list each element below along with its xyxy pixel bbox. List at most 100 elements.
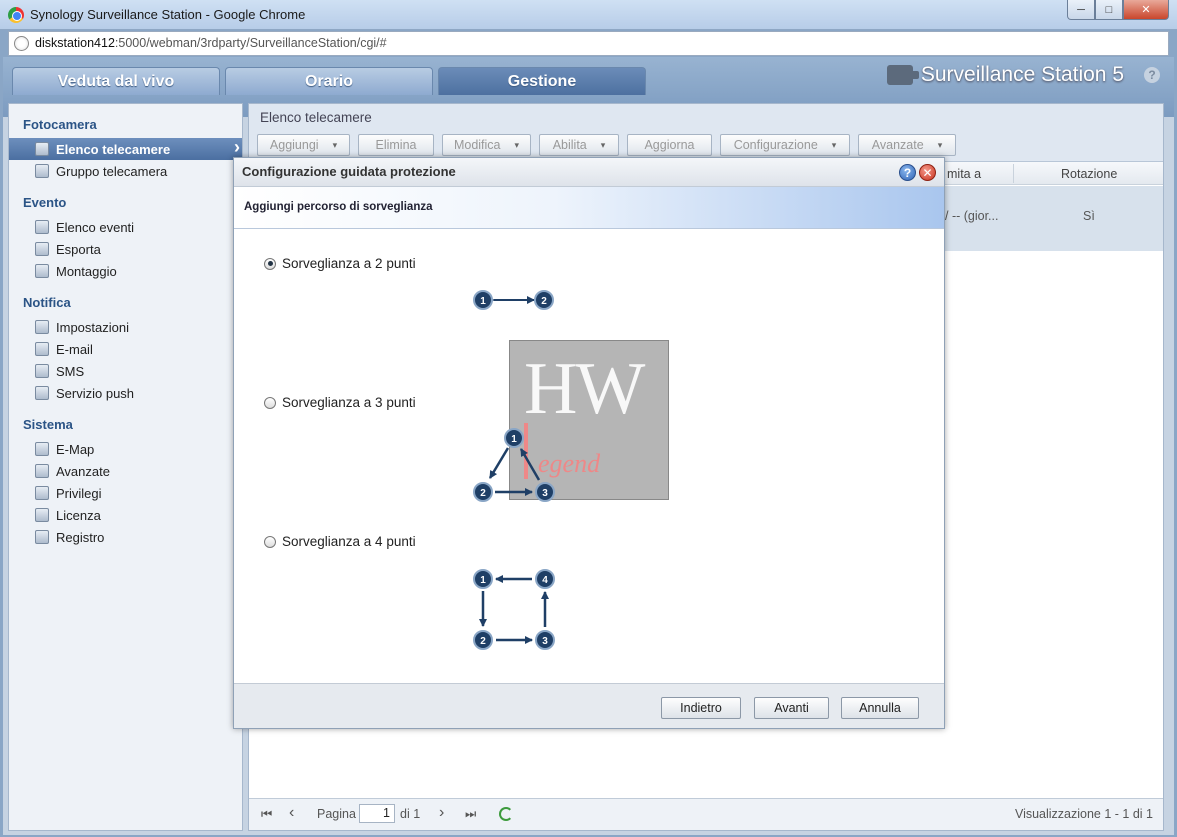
help-icon[interactable]: ? [1144,67,1160,83]
badge-2: 2 [534,290,554,310]
sidebar-item-push[interactable]: Servizio push [9,382,242,404]
badge-1: 1 [473,290,493,310]
pager-status: Visualizzazione 1 - 1 di 1 [1014,807,1153,821]
sidebar-item-emap[interactable]: E-Map [9,438,242,460]
brand-name: Surveillance Station 5 [920,63,1124,86]
enable-button[interactable]: Abilita [539,134,619,156]
page-input[interactable]: 1 [359,804,395,823]
brand: Surveillance Station 5 ? [886,63,1160,87]
help-icon[interactable]: ? [899,164,916,181]
dialog-footer: Indietro Avanti Annulla [234,683,944,728]
svg-text:1: 1 [480,575,486,586]
dialog-title: Configurazione guidata protezione [242,164,456,179]
next-page-button[interactable]: › [439,804,444,822]
address-bar[interactable]: diskstation412:5000/webman/3rdparty/Surv… [8,31,1169,56]
sidebar-item-settings[interactable]: Impostazioni [9,316,242,338]
url-text[interactable]: diskstation412:5000/webman/3rdparty/Surv… [35,36,387,50]
wrench-icon [35,320,49,334]
envelope-icon [35,342,49,356]
last-page-button[interactable]: ⏭ [465,807,476,822]
sidebar-item-sms[interactable]: SMS [9,360,242,382]
patrol-wizard-dialog: Configurazione guidata protezione ? ✕ Ag… [233,157,945,729]
sidebar-item-log[interactable]: Registro [9,526,242,548]
sidebar-item-camera-list[interactable]: Elenco telecamere [9,137,242,160]
book-icon [35,530,49,544]
dialog-subtitle: Aggiungi percorso di sorveglianza [244,201,433,213]
users-icon [35,486,49,500]
folder-camera-icon [35,164,49,178]
add-button[interactable]: Aggiungi [257,134,350,156]
camera-icon [35,142,49,156]
toolbar: Aggiungi Elimina Modifica Abilita Aggior… [257,134,956,156]
badge-1: 1 [473,569,493,589]
minimize-button[interactable]: ─ [1067,0,1095,20]
patrol-diagrams: 1 2 1 2 3 1 4 2 3 [473,290,555,650]
sidebar-item-camera-group[interactable]: Gruppo telecamera [9,160,242,182]
advanced-button[interactable]: Avanzate [858,134,956,156]
sidebar-group-notification: Notifica [23,295,71,310]
back-button[interactable]: Indietro [661,697,741,719]
close-window-button[interactable]: ✕ [1123,0,1169,20]
badge-2: 2 [473,482,493,502]
tab-live-view[interactable]: Veduta dal vivo [12,67,220,95]
dialog-controls: ? ✕ [899,164,936,181]
svg-text:1: 1 [480,296,486,307]
sidebar-item-event-list[interactable]: Elenco eventi [9,216,242,238]
svg-text:2: 2 [541,296,547,307]
window-title: Synology Surveillance Station - Google C… [30,7,306,22]
globe-icon [14,36,29,51]
montage-icon [35,264,49,278]
sidebar-item-email[interactable]: E-mail [9,338,242,360]
prev-page-button[interactable]: ‹ [289,804,294,822]
next-button[interactable]: Avanti [754,697,829,719]
diagram-3-points: 1 2 3 [473,428,555,502]
key-icon [35,508,49,522]
refresh-button[interactable]: Aggiorna [627,134,712,156]
tab-timeline[interactable]: Orario [225,67,433,95]
svg-text:4: 4 [542,575,548,586]
export-icon [35,242,49,256]
sidebar-item-montage[interactable]: Montaggio [9,260,242,282]
sidebar-item-privileges[interactable]: Privilegi [9,482,242,504]
camera-icon [886,65,919,85]
diagram-2-points: 1 2 [473,290,554,310]
edit-button[interactable]: Modifica [442,134,531,156]
maximize-button[interactable]: □ [1095,0,1123,20]
svg-text:3: 3 [542,636,548,647]
arrow-1-2 [488,447,510,479]
tab-management[interactable]: Gestione [438,67,646,95]
cancel-button[interactable]: Annulla [841,697,919,719]
badge-3: 3 [535,630,555,650]
page-label: Pagina [317,807,356,821]
svg-text:2: 2 [480,636,486,647]
delete-button[interactable]: Elimina [358,134,434,156]
configuration-button[interactable]: Configurazione [720,134,850,156]
page-title: Elenco telecamere [260,110,372,125]
svg-text:2: 2 [480,488,486,499]
mobile-icon [35,386,49,400]
svg-text:3: 3 [542,488,548,499]
window-controls: ─ □ ✕ [1067,0,1169,20]
column-rotation[interactable]: Rotazione [1061,167,1117,181]
column-limit[interactable]: mita a [947,167,981,181]
badge-4: 4 [535,569,555,589]
sidebar-item-license[interactable]: Licenza [9,504,242,526]
dialog-body: Sorveglianza a 2 punti Sorveglianza a 3 … [234,230,944,683]
sidebar-group-event: Evento [23,195,67,210]
diagram-4-points: 1 4 2 3 [473,569,555,650]
list-icon [35,220,49,234]
chrome-logo-icon [8,7,24,23]
svg-text:1: 1 [511,434,517,445]
sidebar-item-advanced[interactable]: Avanzate [9,460,242,482]
badge-2: 2 [473,630,493,650]
page-total: di 1 [400,807,421,821]
main-tabs: Veduta dal vivo Orario Gestione [12,67,646,95]
sidebar: Fotocamera Elenco telecamere Gruppo tele… [8,103,243,831]
first-page-button[interactable]: ⏮ [261,807,272,822]
dialog-titlebar: Configurazione guidata protezione ? ✕ [234,158,944,187]
phone-icon [35,364,49,378]
refresh-icon[interactable] [499,807,513,821]
close-icon[interactable]: ✕ [919,164,936,181]
main-header: Elenco telecamere Aggiungi Elimina Modif… [249,104,1163,162]
sidebar-item-export[interactable]: Esporta [9,238,242,260]
